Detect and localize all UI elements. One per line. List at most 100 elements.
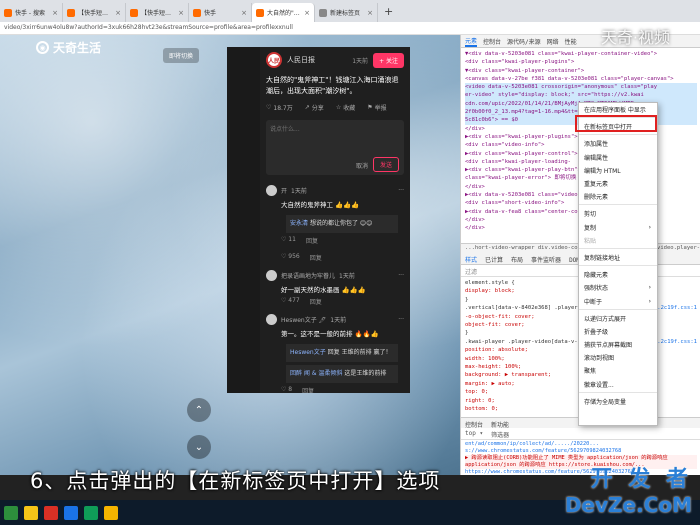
- more-icon[interactable]: ···: [398, 272, 404, 279]
- taskbar-app-icon[interactable]: [84, 505, 98, 520]
- console-control[interactable]: top ▾: [465, 430, 483, 437]
- browser-tab[interactable]: 快手 - 搜索 ×: [0, 3, 63, 22]
- user-avatar[interactable]: [266, 314, 277, 325]
- more-icon[interactable]: ···: [398, 187, 404, 194]
- context-menu-item[interactable]: 重复元素: [579, 177, 657, 190]
- taskbar-app-icon[interactable]: [24, 505, 38, 520]
- reply-button[interactable]: 回复: [306, 236, 318, 245]
- dom-node-line[interactable]: <div class="kwai-player-plugins">: [465, 58, 697, 66]
- comment-text: 第一。这不是一般的前排 🔥🔥👍: [281, 330, 379, 338]
- devtools-tab[interactable]: 网络: [547, 37, 559, 46]
- next-video-button[interactable]: ⌄: [187, 435, 211, 459]
- styles-tab[interactable]: 布局: [511, 255, 523, 264]
- context-menu-item[interactable]: 滚动到视图: [579, 351, 657, 364]
- author-name[interactable]: 人民日报: [287, 55, 315, 65]
- comment-input[interactable]: 说点什么...: [270, 124, 400, 133]
- send-button[interactable]: 发送: [372, 157, 399, 172]
- like-button[interactable]: ♡ 8: [281, 386, 292, 393]
- browser-tab[interactable]: 【快手短视频App】快手,拥×: [63, 3, 126, 22]
- author-avatar[interactable]: 人民: [266, 52, 282, 68]
- reply-button[interactable]: 回复: [310, 297, 322, 306]
- close-icon[interactable]: ×: [178, 9, 184, 17]
- reply-user[interactable]: 安永清: [290, 220, 308, 227]
- devtools-tab[interactable]: 源代码/来源: [507, 37, 541, 46]
- comment-user[interactable]: 开: [281, 186, 287, 195]
- like-stat[interactable]: ♡ 18.7万: [266, 103, 293, 112]
- tab-favicon-icon: [67, 8, 75, 17]
- context-menu-item[interactable]: 编辑为 HTML: [579, 164, 657, 177]
- context-menu-item[interactable]: 徽章设置...: [579, 378, 657, 391]
- context-menu-item[interactable]: 添加属性: [579, 137, 657, 150]
- context-menu-item[interactable]: 复制 ›: [579, 221, 657, 234]
- user-avatar[interactable]: [266, 185, 277, 196]
- close-icon[interactable]: ×: [52, 9, 58, 17]
- context-menu-item[interactable]: 强制状态 ›: [579, 281, 657, 294]
- context-menu-item[interactable]: 编辑属性: [579, 151, 657, 164]
- browser-tab[interactable]: 大自然的"鬼斧神工"!钱塘×: [252, 3, 315, 22]
- context-menu-item[interactable]: 复制链接地址: [579, 251, 657, 264]
- cancel-button[interactable]: 取消: [356, 161, 368, 170]
- menu-item-label: 编辑为 HTML: [584, 167, 621, 175]
- console-control[interactable]: 筛选器: [491, 430, 509, 439]
- reply-user[interactable]: Heswen文子: [290, 349, 326, 356]
- taskbar-app-icon[interactable]: [4, 505, 18, 520]
- dom-node-line[interactable]: ▼<div class="kwai-player-container">: [465, 67, 697, 75]
- reply-button[interactable]: 回复: [310, 253, 322, 262]
- follow-button[interactable]: + 关注: [373, 52, 404, 68]
- dom-node-line[interactable]: er-video" style="display: block;" src="h…: [465, 91, 697, 100]
- close-icon[interactable]: ×: [115, 9, 121, 17]
- more-icon[interactable]: ···: [398, 316, 404, 323]
- context-menu-item[interactable]: 中断于 ›: [579, 294, 657, 307]
- switch-button[interactable]: 即将切换: [163, 48, 200, 63]
- like-count: 11: [288, 236, 296, 243]
- address-bar[interactable]: video/3xirr6unw4olu8w?authorId=3xuk66h28…: [0, 22, 700, 35]
- new-tab-button[interactable]: +: [378, 3, 399, 22]
- taskbar-app-icon[interactable]: [64, 505, 78, 520]
- context-menu-item[interactable]: 隐藏元素: [579, 268, 657, 281]
- dom-node-line[interactable]: <video data-v-5203e081 crossorigin="anon…: [465, 83, 697, 92]
- devtools-tab[interactable]: 元素: [465, 36, 478, 47]
- context-menu-item[interactable]: 存储为全局变量: [579, 395, 657, 408]
- context-menu-item[interactable]: 以递归方式展开: [579, 312, 657, 325]
- prev-video-button[interactable]: ⌃: [187, 398, 211, 422]
- like-button[interactable]: ♡ 477: [281, 297, 300, 306]
- dom-node-line[interactable]: ▼<div data-v-5203e081 class="kwai-player…: [465, 50, 697, 58]
- like-button[interactable]: ♡ 956: [281, 253, 300, 262]
- like-button[interactable]: ♡ 11: [281, 236, 296, 245]
- comment-composer[interactable]: 说点什么... 取消 发送: [266, 120, 404, 175]
- menu-item-label: 粘贴: [584, 237, 597, 245]
- context-menu-item[interactable]: 折叠子级: [579, 325, 657, 338]
- context-menu-item[interactable]: 捕获节点屏幕截图: [579, 338, 657, 351]
- taskbar-app-icon[interactable]: [104, 505, 118, 520]
- context-menu-item[interactable]: 删除元素: [579, 190, 657, 203]
- context-menu-item[interactable]: 聚焦: [579, 364, 657, 377]
- close-icon[interactable]: ×: [304, 9, 310, 17]
- devtools-tab[interactable]: 控制台: [483, 37, 501, 46]
- chevron-right-icon: ›: [648, 297, 651, 305]
- report-stat[interactable]: ⚑ 举报: [367, 103, 386, 112]
- styles-tab[interactable]: 样式: [465, 255, 477, 264]
- taskbar-app-icon[interactable]: [44, 505, 58, 520]
- styles-tab[interactable]: 已计算: [485, 255, 503, 264]
- dom-node-line[interactable]: <canvas data-v-27be f381 data-v-5203e081…: [465, 75, 697, 83]
- comment-item: ♡ 956 回复: [260, 249, 410, 266]
- console-tab[interactable]: 控制台: [465, 420, 483, 429]
- styles-tab[interactable]: 事件监听器: [531, 255, 561, 264]
- devtools-tab[interactable]: 性能: [565, 37, 577, 46]
- comment-user[interactable]: 把录语画地为牢眷儿: [281, 271, 335, 280]
- close-icon[interactable]: ×: [241, 9, 247, 17]
- close-icon[interactable]: ×: [367, 9, 373, 17]
- context-menu-item[interactable]: 在新标签页中打开: [579, 120, 657, 133]
- share-stat[interactable]: ↗ 分享: [305, 103, 324, 112]
- fav-stat[interactable]: ☆ 收藏: [336, 103, 355, 112]
- console-tab[interactable]: 新功能: [491, 420, 509, 429]
- browser-tab[interactable]: 快手 ×: [189, 3, 252, 22]
- browser-tab[interactable]: 【快手短视频App】快手,拥×: [126, 3, 189, 22]
- reply-button[interactable]: 回复: [302, 386, 314, 393]
- context-menu-item[interactable]: 在应用程序面板 中显示: [579, 103, 657, 116]
- comment-user[interactable]: Heswen文子 🖊: [281, 315, 326, 324]
- browser-tab[interactable]: 新建标签页 ×: [315, 3, 378, 22]
- context-menu-item[interactable]: 剪切: [579, 207, 657, 220]
- reply-user[interactable]: 回醉 闻 & 温柔倾斜: [290, 370, 342, 377]
- user-avatar[interactable]: [266, 270, 277, 281]
